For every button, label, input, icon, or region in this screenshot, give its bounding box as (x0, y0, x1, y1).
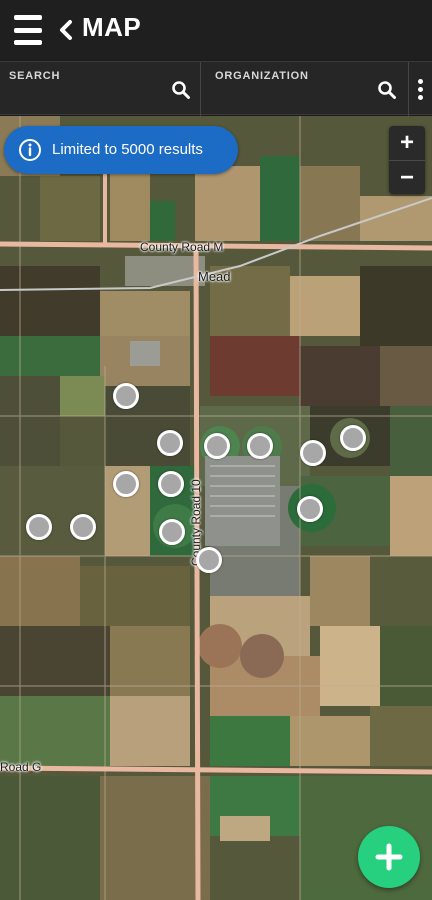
satellite-imagery (0, 116, 432, 900)
results-limit-banner: Limited to 5000 results (4, 126, 238, 174)
map-marker[interactable] (26, 514, 52, 540)
top-app-bar: MAP (0, 0, 432, 60)
organization-field[interactable]: ORGANIZATION (202, 62, 408, 116)
map-marker[interactable] (204, 433, 230, 459)
plus-icon (375, 843, 403, 871)
zoom-in-button[interactable]: + (389, 126, 425, 160)
map-marker[interactable] (196, 547, 222, 573)
map-marker[interactable] (297, 496, 323, 522)
chevron-left-icon[interactable] (56, 14, 76, 46)
map-marker[interactable] (70, 514, 96, 540)
search-icon[interactable] (377, 80, 397, 100)
map-marker[interactable] (113, 471, 139, 497)
map-marker[interactable] (159, 519, 185, 545)
place-label-mead: Mead (198, 269, 231, 284)
organization-label: ORGANIZATION (215, 70, 309, 82)
search-field[interactable]: SEARCH (0, 62, 201, 116)
zoom-control: + − (389, 126, 425, 194)
search-icon[interactable] (171, 80, 191, 100)
map-marker[interactable] (247, 433, 273, 459)
search-filter-bar: SEARCH ORGANIZATION (0, 61, 432, 116)
satellite-map[interactable]: County Road M Mead County Road 10 Road G… (0, 116, 432, 900)
map-marker[interactable] (158, 471, 184, 497)
map-marker[interactable] (300, 440, 326, 466)
info-icon (19, 139, 41, 161)
more-vertical-icon[interactable] (408, 62, 432, 116)
road-label-county-road-m: County Road M (140, 240, 224, 254)
hamburger-menu-icon[interactable] (14, 15, 42, 45)
add-button[interactable] (358, 826, 420, 888)
zoom-out-button[interactable]: − (389, 160, 425, 194)
map-marker[interactable] (340, 425, 366, 451)
road-label-road-g: Road G (0, 760, 42, 774)
search-label: SEARCH (9, 70, 61, 82)
map-marker[interactable] (113, 383, 139, 409)
page-title: MAP (82, 12, 142, 42)
map-marker[interactable] (157, 430, 183, 456)
results-limit-text: Limited to 5000 results (52, 141, 203, 158)
